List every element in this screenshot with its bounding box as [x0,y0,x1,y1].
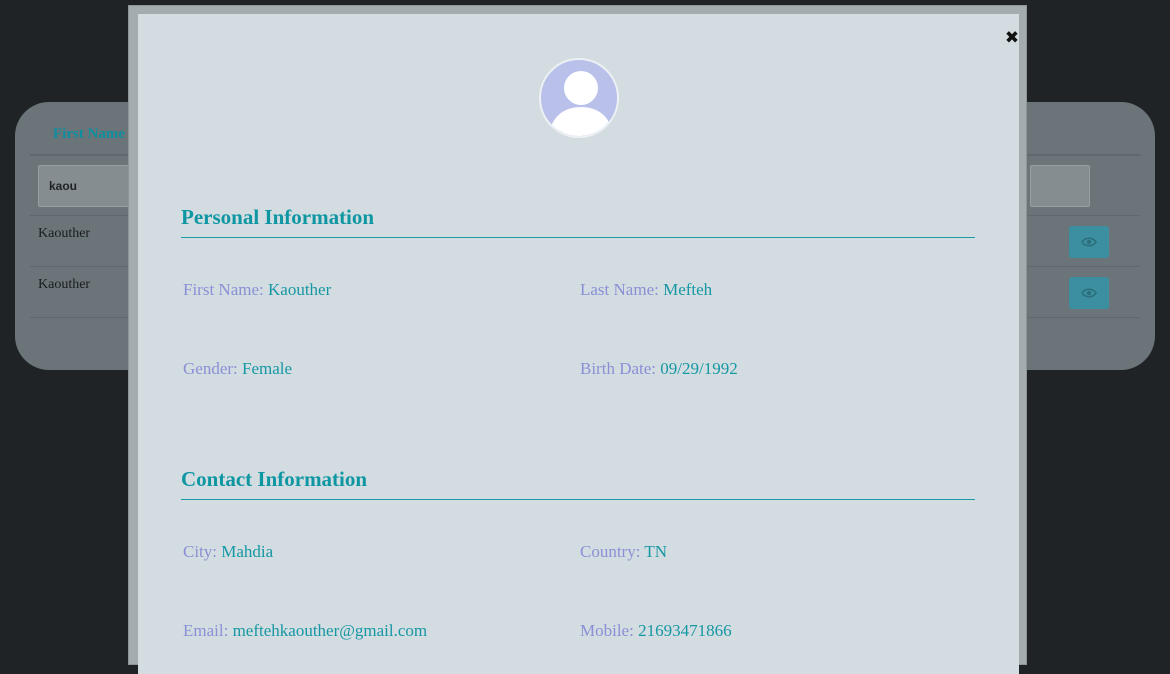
email-value[interactable]: meftehkaouther@gmail.com [233,621,428,640]
mobile-field: Mobile: 21693471866 [580,621,732,641]
birth-date-field: Birth Date: 09/29/1992 [580,359,738,379]
birth-date-label: Birth Date: [580,359,657,378]
mobile-value: 21693471866 [638,621,732,640]
country-field: Country: TN [580,542,667,562]
gender-field: Gender: Female [183,359,292,379]
city-value: Mahdia [221,542,274,561]
email-field: Email: meftehkaouther@gmail.com [183,621,427,641]
first-name-cell: Kaouther [38,226,91,241]
close-icon: ✖ [1004,28,1020,48]
close-button[interactable]: ✖ [1000,26,1024,50]
contact-information-heading: Contact Information [181,467,975,500]
modal-content: ✖ Personal Information First Name: Kaout… [138,14,1019,674]
first-name-value: Kaouther [268,280,332,299]
personal-information-heading: Personal Information [181,205,975,238]
last-name-label: Last Name: [580,280,659,299]
first-name-cell: Kaouther [38,277,91,292]
last-name-value: Mefteh [663,280,713,299]
email-label: Email: [183,621,229,640]
eye-icon [1081,237,1097,247]
column-header-first-name[interactable]: First Name [53,126,125,143]
mobile-label: Mobile: [580,621,634,640]
first-name-field: First Name: Kaouther [183,280,331,300]
birth-date-value: 09/29/1992 [660,359,738,378]
country-value: TN [644,542,668,561]
first-name-label: First Name: [183,280,264,299]
view-button[interactable] [1069,226,1109,258]
gender-value: Female [242,359,293,378]
user-details-modal: ✖ Personal Information First Name: Kaout… [128,5,1027,674]
country-label: Country: [580,542,641,561]
eye-icon [1081,288,1097,298]
user-avatar-icon [539,58,619,138]
gender-label: Gender: [183,359,238,378]
filter-input[interactable] [1030,165,1090,207]
view-button[interactable] [1069,277,1109,309]
city-field: City: Mahdia [183,542,273,562]
last-name-field: Last Name: Mefteh [580,280,712,300]
city-label: City: [183,542,218,561]
